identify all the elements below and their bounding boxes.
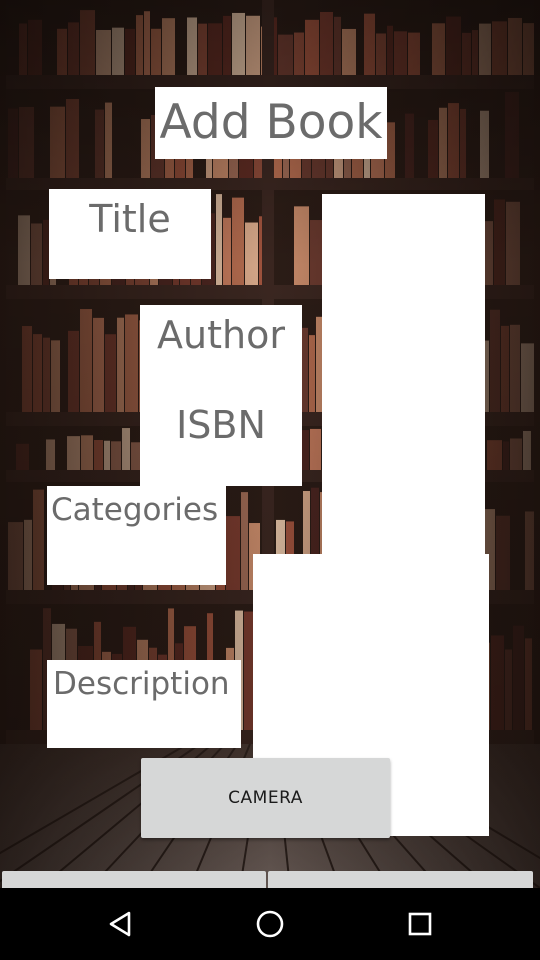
categories-field-label: Categories xyxy=(51,492,219,528)
recents-square-icon xyxy=(408,912,432,936)
home-circle-icon xyxy=(256,910,284,938)
nav-home-button[interactable] xyxy=(230,888,310,960)
isbn-field[interactable]: ISBN xyxy=(140,403,302,447)
description-field-label: Description xyxy=(53,666,230,702)
add-book-screen: Add Book Title Author ISBN Categories De… xyxy=(0,0,540,960)
page-title: Add Book xyxy=(155,87,387,159)
author-field[interactable]: Author xyxy=(140,313,302,357)
nav-back-button[interactable] xyxy=(80,888,160,960)
camera-button[interactable]: CAMERA xyxy=(141,758,390,838)
categories-field[interactable]: Categories xyxy=(47,486,226,585)
author-isbn-block: Author ISBN xyxy=(140,305,302,486)
title-field-label: Title xyxy=(89,197,171,241)
title-field[interactable]: Title xyxy=(49,189,211,279)
description-field[interactable]: Description xyxy=(47,660,241,748)
input-panel-top[interactable] xyxy=(322,194,485,554)
back-triangle-icon xyxy=(109,911,131,937)
system-navigation-bar xyxy=(0,888,540,960)
nav-recents-button[interactable] xyxy=(380,888,460,960)
